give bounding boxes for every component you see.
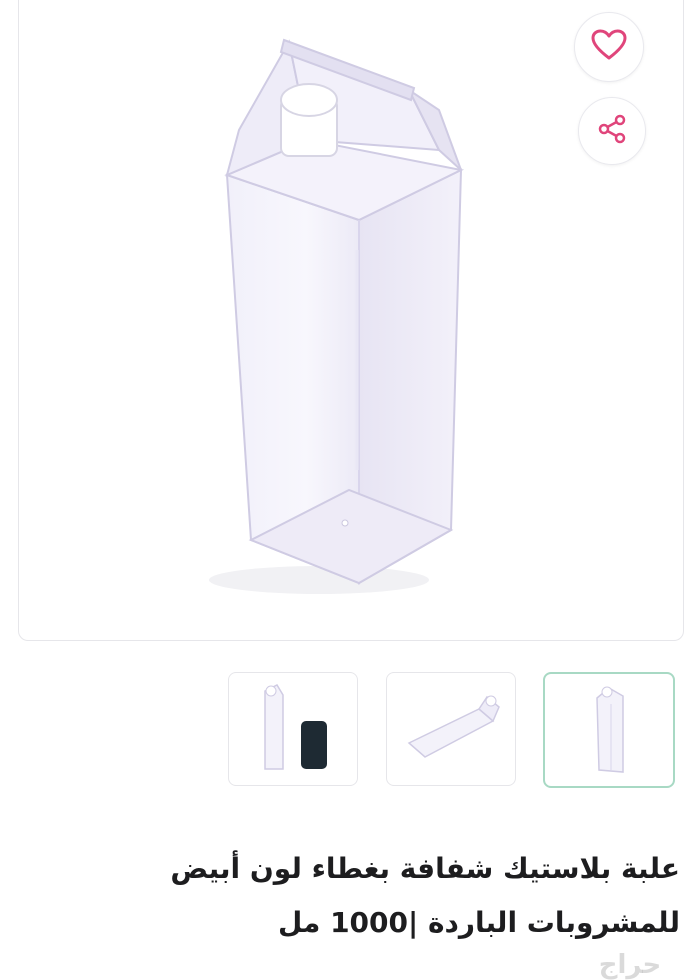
main-product-image[interactable]: [18, 0, 684, 641]
product-title: علبة بلاستيك شفافة بغطاء لون أبيض للمشرو…: [170, 852, 680, 939]
thumbnail-2-image: [407, 695, 500, 758]
share-button[interactable]: [578, 97, 646, 165]
share-icon: [597, 114, 627, 148]
thumbnail-1-image: [264, 684, 327, 770]
heart-icon: [591, 29, 627, 65]
thumbnail-3-image: [596, 686, 624, 773]
thumbnail-2[interactable]: [386, 672, 516, 786]
favorite-button[interactable]: [574, 12, 644, 82]
thumbnail-1[interactable]: [228, 672, 358, 786]
watermark: حراج: [598, 950, 662, 980]
milk-carton-bottle-illustration: [209, 38, 465, 594]
thumbnail-3-active[interactable]: [543, 672, 675, 788]
